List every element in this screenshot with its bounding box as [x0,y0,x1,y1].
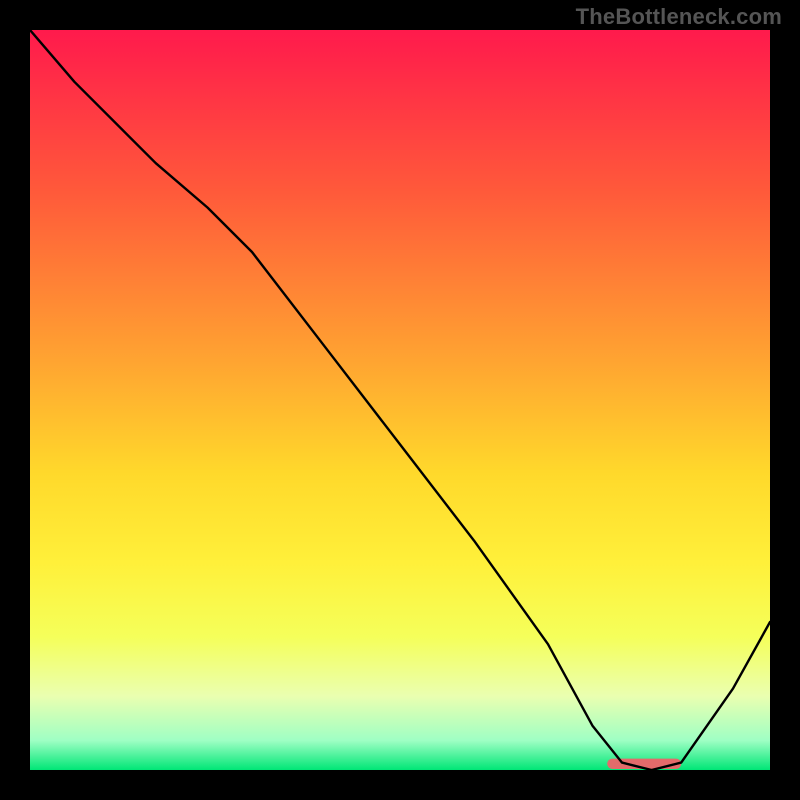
watermark-text: TheBottleneck.com [576,4,782,30]
bottleneck-chart [30,30,770,770]
chart-container: TheBottleneck.com [0,0,800,800]
plot-area [30,30,770,770]
gradient-background [30,30,770,770]
